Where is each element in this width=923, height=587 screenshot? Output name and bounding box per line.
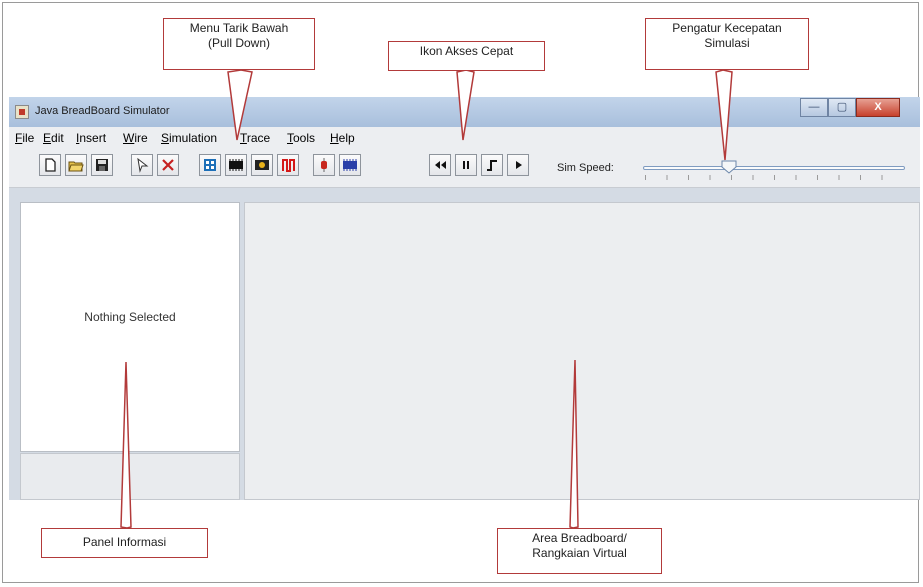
wire-red-icon[interactable] (277, 154, 299, 176)
menu-help[interactable]: Help (330, 131, 355, 145)
minimize-button[interactable]: — (800, 98, 828, 117)
chip-black-icon[interactable] (225, 154, 247, 176)
save-icon[interactable] (91, 154, 113, 176)
menu-simulation[interactable]: Simulation (161, 131, 217, 145)
window-title: Java BreadBoard Simulator (35, 105, 170, 117)
toolbar: Sim Speed: (9, 147, 920, 188)
maximize-button[interactable]: ▢ (828, 98, 856, 117)
title-bar[interactable]: Java BreadBoard Simulator — ▢ X (9, 97, 920, 127)
callout-speed: Pengatur Kecepatan Simulasi (645, 18, 809, 70)
menu-trace[interactable]: Trace (240, 131, 270, 145)
window-controls: — ▢ X (800, 98, 900, 117)
callout-info-panel: Panel Informasi (41, 528, 208, 558)
info-panel-text: Nothing Selected (84, 310, 176, 324)
sim-speed-label: Sim Speed: (557, 162, 614, 174)
callout-breadboard: Area Breadboard/ Rangkaian Virtual (497, 528, 662, 574)
select-pointer-icon[interactable] (131, 154, 153, 176)
chip-blue-icon[interactable] (199, 154, 221, 176)
slider-ticks (645, 175, 903, 180)
play-icon[interactable] (507, 154, 529, 176)
menu-tools[interactable]: Tools (287, 131, 315, 145)
rewind-icon[interactable] (429, 154, 451, 176)
step-icon[interactable] (481, 154, 503, 176)
pause-icon[interactable] (455, 154, 477, 176)
app-window: Java BreadBoard Simulator — ▢ X File Edi… (9, 97, 920, 500)
delete-icon[interactable] (157, 154, 179, 176)
menu-wire[interactable]: Wire (123, 131, 148, 145)
menu-bar: File Edit Insert Wire Simulation Trace T… (9, 127, 920, 147)
component-red-icon[interactable] (313, 154, 335, 176)
open-folder-icon[interactable] (65, 154, 87, 176)
menu-insert[interactable]: Insert (76, 131, 106, 145)
sim-speed-slider[interactable] (643, 166, 905, 170)
chip-yellow-icon[interactable] (251, 154, 273, 176)
info-panel: Nothing Selected (20, 202, 240, 452)
slider-thumb[interactable] (721, 160, 737, 174)
close-button[interactable]: X (856, 98, 900, 117)
callout-menu: Menu Tarik Bawah (Pull Down) (163, 18, 315, 70)
breadboard-area[interactable] (244, 202, 920, 500)
info-panel-footer (20, 453, 240, 500)
menu-file[interactable]: File (15, 131, 34, 145)
app-icon (15, 105, 29, 119)
new-file-icon[interactable] (39, 154, 61, 176)
callout-quick-icons: Ikon Akses Cepat (388, 41, 545, 71)
chip-blue2-icon[interactable] (339, 154, 361, 176)
menu-edit[interactable]: Edit (43, 131, 64, 145)
